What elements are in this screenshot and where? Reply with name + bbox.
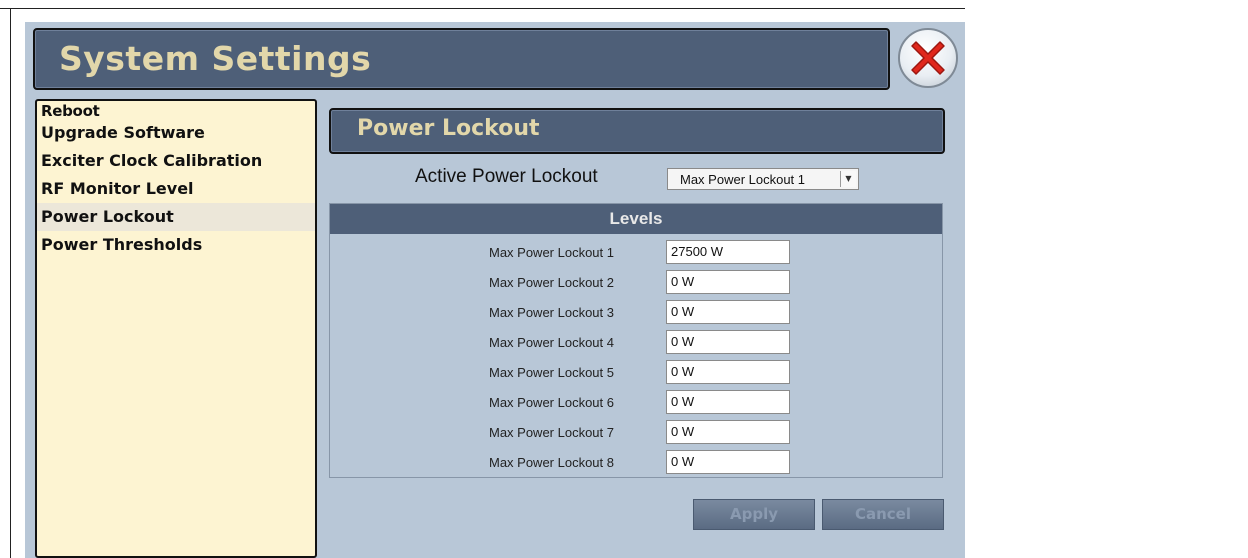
apply-button[interactable]: Apply	[693, 499, 815, 530]
active-power-lockout-value: Max Power Lockout 1	[680, 172, 806, 187]
levels-header: Levels	[330, 204, 942, 234]
active-power-lockout-select[interactable]: Max Power Lockout 1 ▼	[667, 168, 859, 190]
title-bar: System Settings	[33, 28, 890, 90]
level-input[interactable]: 0 W	[666, 300, 790, 324]
chevron-down-icon: ▼	[840, 171, 856, 187]
level-row: Max Power Lockout 3 0 W	[330, 298, 942, 328]
level-label: Max Power Lockout 5	[488, 365, 614, 380]
level-row: Max Power Lockout 4 0 W	[330, 328, 942, 358]
settings-sidebar: Reboot Upgrade Software Exciter Clock Ca…	[35, 99, 317, 558]
level-row: Max Power Lockout 5 0 W	[330, 358, 942, 388]
system-settings-window: System Settings Reboot Upgrade Software …	[25, 22, 965, 558]
level-row: Max Power Lockout 2 0 W	[330, 268, 942, 298]
section-title: Power Lockout	[357, 116, 540, 141]
level-label: Max Power Lockout 4	[488, 335, 614, 350]
close-x-icon	[911, 41, 945, 75]
page-left-rule	[10, 8, 11, 558]
level-input[interactable]: 0 W	[666, 450, 790, 474]
close-button[interactable]	[898, 28, 958, 88]
levels-panel: Levels Max Power Lockout 1 27500 W Max P…	[329, 203, 943, 478]
window-title: System Settings	[59, 39, 372, 78]
sidebar-item-power-lockout[interactable]: Power Lockout	[37, 203, 315, 231]
level-row: Max Power Lockout 7 0 W	[330, 418, 942, 448]
level-input[interactable]: 0 W	[666, 420, 790, 444]
level-label: Max Power Lockout 1	[488, 245, 614, 260]
level-input[interactable]: 27500 W	[666, 240, 790, 264]
level-label: Max Power Lockout 8	[488, 455, 614, 470]
level-row: Max Power Lockout 8 0 W	[330, 448, 942, 478]
page-top-rule	[0, 8, 965, 9]
section-header: Power Lockout	[329, 108, 945, 154]
level-input[interactable]: 0 W	[666, 390, 790, 414]
level-row: Max Power Lockout 1 27500 W	[330, 238, 942, 268]
level-label: Max Power Lockout 7	[488, 425, 614, 440]
level-label: Max Power Lockout 6	[488, 395, 614, 410]
sidebar-item-power-thresholds[interactable]: Power Thresholds	[37, 231, 315, 259]
sidebar-item-reboot[interactable]: Reboot	[37, 101, 315, 120]
level-label: Max Power Lockout 3	[488, 305, 614, 320]
cancel-button[interactable]: Cancel	[822, 499, 944, 530]
level-row: Max Power Lockout 6 0 W	[330, 388, 942, 418]
sidebar-item-upgrade-software[interactable]: Upgrade Software	[37, 119, 315, 147]
level-input[interactable]: 0 W	[666, 360, 790, 384]
level-input[interactable]: 0 W	[666, 270, 790, 294]
sidebar-item-rf-monitor-level[interactable]: RF Monitor Level	[37, 175, 315, 203]
active-power-lockout-label: Active Power Lockout	[415, 166, 598, 187]
level-label: Max Power Lockout 2	[488, 275, 614, 290]
level-input[interactable]: 0 W	[666, 330, 790, 354]
sidebar-item-exciter-clock-calibration[interactable]: Exciter Clock Calibration	[37, 147, 315, 175]
